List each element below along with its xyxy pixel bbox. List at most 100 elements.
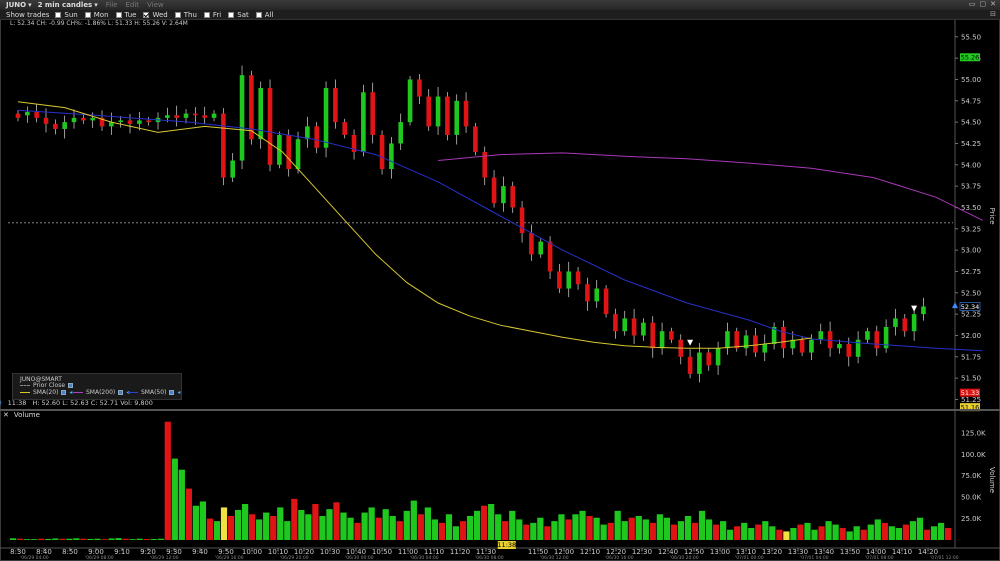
volume-bar xyxy=(551,521,558,540)
candle-up xyxy=(641,322,646,336)
volume-bar xyxy=(488,504,495,540)
candle-up xyxy=(893,318,898,327)
price-tick-label: 53.75 xyxy=(961,183,981,191)
candle-down xyxy=(585,284,590,302)
time-tick-label: 9:30 xyxy=(166,548,182,556)
time-tick-label: 14:20 xyxy=(918,548,938,556)
volume-bar xyxy=(902,524,910,540)
volume-bar xyxy=(375,517,382,540)
price-tick-label: 54.25 xyxy=(961,140,981,148)
time-tick-label: 11:20 xyxy=(450,548,470,556)
volume-tick-label: 100.0K xyxy=(961,451,986,459)
price-tag-label: 55.26 xyxy=(961,54,980,62)
date-label: '06/30 16:00 xyxy=(605,555,634,561)
time-tick-label: 12:50 xyxy=(684,548,704,556)
checkbox-checked-icon[interactable] xyxy=(118,390,124,395)
candle-up xyxy=(435,96,441,127)
candle-down xyxy=(445,96,450,135)
time-tick-label: 14:10 xyxy=(892,548,912,556)
volume-bar xyxy=(192,505,200,540)
volume-bar xyxy=(396,521,403,540)
candle-up xyxy=(25,111,30,116)
checkbox-checked-icon[interactable] xyxy=(61,390,67,395)
volume-bar xyxy=(164,421,171,540)
candle-down xyxy=(547,241,553,272)
time-tick-label: 9:20 xyxy=(140,548,156,556)
hover-time: 11:38 xyxy=(7,399,27,407)
volume-bar xyxy=(298,510,305,540)
time-tick-label: 13:40 xyxy=(814,548,834,556)
volume-bar xyxy=(10,538,17,540)
volume-bar xyxy=(635,516,642,540)
volume-tick-label: 125.0K xyxy=(961,429,986,437)
volume-bar xyxy=(691,522,699,540)
hover-ohlc: H: 52.60 L: 52.63 C: 52.71 Vol: 9,800 xyxy=(32,399,153,407)
volume-bar xyxy=(783,531,790,540)
edit-icon[interactable]: ◂ xyxy=(177,389,180,396)
volume-bar xyxy=(368,507,375,540)
volume-bar xyxy=(445,514,453,540)
candle-down xyxy=(846,344,852,357)
candle-up xyxy=(305,126,310,140)
volume-bar xyxy=(790,528,797,540)
volume-bar xyxy=(101,539,108,540)
volume-bar xyxy=(473,510,481,540)
volume-bar xyxy=(656,514,663,540)
volume-bar xyxy=(846,531,853,540)
volume-bar xyxy=(663,517,671,540)
date-label: '06/30 20:00 xyxy=(670,555,699,561)
volume-bar xyxy=(263,512,270,540)
volume-bar xyxy=(17,538,24,540)
candle-down xyxy=(15,113,21,118)
volume-bar xyxy=(684,516,692,540)
line-swatch-icon xyxy=(20,392,30,393)
volume-bar xyxy=(129,539,136,540)
volume-bar xyxy=(712,524,720,540)
candle-down xyxy=(669,331,674,340)
date-label: '07/01 04:00 xyxy=(800,555,829,561)
volume-bar xyxy=(410,500,417,540)
volume-bar xyxy=(544,526,551,540)
candle-up xyxy=(407,79,413,123)
volume-bar xyxy=(944,528,952,540)
volume-bar xyxy=(452,526,460,540)
checkbox-checked-icon[interactable] xyxy=(68,383,74,388)
volume-bar xyxy=(874,519,881,540)
price-tick-label: 52.25 xyxy=(961,311,981,319)
price-tag-label: 52.34 xyxy=(961,303,980,311)
edit-icon[interactable]: ◂ xyxy=(69,389,72,396)
candle-up xyxy=(398,122,404,144)
volume-pane-header: ✕ Volume xyxy=(3,411,40,419)
volume-bar xyxy=(762,521,769,540)
candle-up xyxy=(715,348,721,366)
volume-bar xyxy=(628,517,635,540)
pane-divider[interactable] xyxy=(0,409,1000,411)
volume-bar xyxy=(755,524,762,540)
volume-bar xyxy=(270,516,277,540)
volume-bar xyxy=(73,538,80,540)
candle-up xyxy=(865,331,870,340)
date-label: '07/01 12:00 xyxy=(930,555,959,561)
candle-down xyxy=(286,134,292,170)
time-tick-label: 13:10 xyxy=(736,548,756,556)
time-tick-label: 12:00 xyxy=(554,548,574,556)
volume-bar xyxy=(213,521,221,540)
volume-bar xyxy=(593,517,600,540)
volume-bar xyxy=(24,539,31,540)
candle-down xyxy=(426,96,432,127)
close-pane-icon[interactable]: ✕ xyxy=(3,411,9,419)
candle-down xyxy=(202,115,207,118)
time-tick-label: 13:30 xyxy=(788,548,808,556)
time-tick-label: 8:40 xyxy=(36,548,52,556)
volume-bar xyxy=(797,524,804,540)
dashed-line-icon xyxy=(20,385,30,386)
volume-bar xyxy=(291,498,298,540)
legend-row-prior-close: Prior Close xyxy=(20,382,74,389)
candle-up xyxy=(258,88,263,140)
time-tick-label: 12:10 xyxy=(580,548,600,556)
checkbox-checked-icon[interactable] xyxy=(169,390,175,395)
price-tick-label: 54.75 xyxy=(961,97,981,105)
price-volume-chart[interactable]: 55.5055.2555.0054.7554.5054.2554.0053.75… xyxy=(0,0,1000,561)
candle-down xyxy=(53,123,58,129)
candle-down xyxy=(827,331,833,349)
